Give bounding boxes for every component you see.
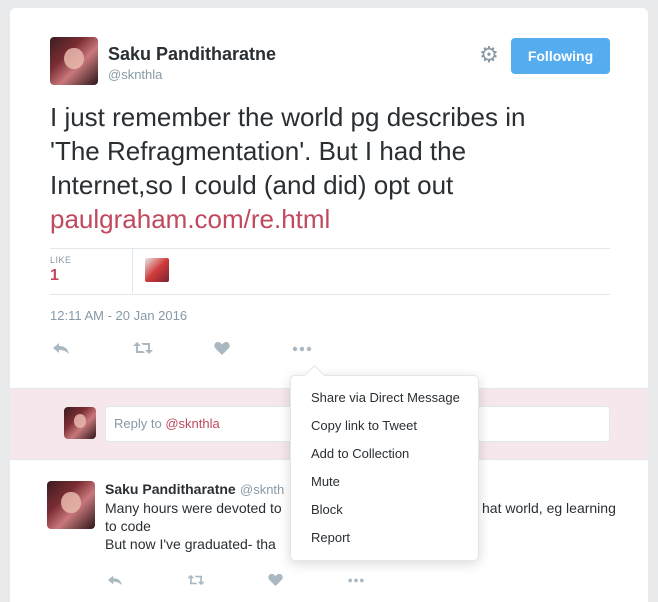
reply-text-fragment: hat world, eg learning bbox=[482, 500, 616, 516]
more-icon[interactable] bbox=[347, 578, 365, 583]
more-icon[interactable] bbox=[292, 346, 312, 352]
author-name[interactable]: Saku Panditharatne bbox=[108, 44, 276, 65]
timestamp[interactable]: 12:11 AM - 20 Jan 2016 bbox=[50, 308, 187, 323]
menu-item-share-dm[interactable]: Share via Direct Message bbox=[291, 384, 478, 412]
reply-icon[interactable] bbox=[52, 340, 70, 356]
reply-author-handle[interactable]: @sknth bbox=[240, 482, 284, 497]
menu-item-mute[interactable]: Mute bbox=[291, 468, 478, 496]
reply-icon[interactable] bbox=[107, 573, 123, 587]
reply-placeholder: Reply to bbox=[114, 416, 166, 431]
tweet-text: I just remember the world pg describes i… bbox=[50, 100, 610, 236]
menu-item-add-collection[interactable]: Add to Collection bbox=[291, 440, 478, 468]
following-button[interactable]: Following bbox=[511, 38, 610, 74]
menu-item-block[interactable]: Block bbox=[291, 496, 478, 524]
menu-item-report[interactable]: Report bbox=[291, 524, 478, 552]
gear-icon[interactable]: ⚙ bbox=[478, 44, 500, 66]
reply-text-fragment: Many hours were devoted to bbox=[105, 500, 282, 516]
author-handle[interactable]: @sknthla bbox=[108, 67, 162, 82]
retweet-icon[interactable] bbox=[133, 341, 153, 355]
liker-avatar[interactable] bbox=[145, 258, 169, 282]
divider bbox=[50, 248, 610, 249]
heart-icon[interactable] bbox=[268, 573, 283, 586]
like-count[interactable]: 1 bbox=[50, 267, 59, 285]
divider bbox=[132, 249, 133, 293]
tweet-link[interactable]: paulgraham.com/re.html bbox=[50, 202, 610, 236]
retweet-icon[interactable] bbox=[187, 574, 205, 586]
tweet-text-line: I just remember the world pg describes i… bbox=[50, 102, 526, 132]
menu-item-copy-link[interactable]: Copy link to Tweet bbox=[291, 412, 478, 440]
heart-icon[interactable] bbox=[214, 341, 230, 355]
user-avatar bbox=[64, 407, 96, 439]
divider bbox=[50, 294, 610, 295]
like-label: LIKE bbox=[50, 255, 72, 265]
more-actions-menu: Share via Direct Message Copy link to Tw… bbox=[290, 375, 479, 561]
tweet-text-line: 'The Refragmentation'. But I had the bbox=[50, 136, 467, 166]
tweet-text-line: Internet,so I could (and did) opt out bbox=[50, 170, 454, 200]
author-avatar[interactable] bbox=[50, 37, 98, 85]
tweet-card: Saku Panditharatne @sknthla ⚙ Following … bbox=[10, 8, 648, 602]
reply-author-name[interactable]: Saku Panditharatne bbox=[105, 481, 236, 497]
reply-author-avatar[interactable] bbox=[47, 481, 95, 529]
reply-mention: @sknthla bbox=[165, 416, 220, 431]
